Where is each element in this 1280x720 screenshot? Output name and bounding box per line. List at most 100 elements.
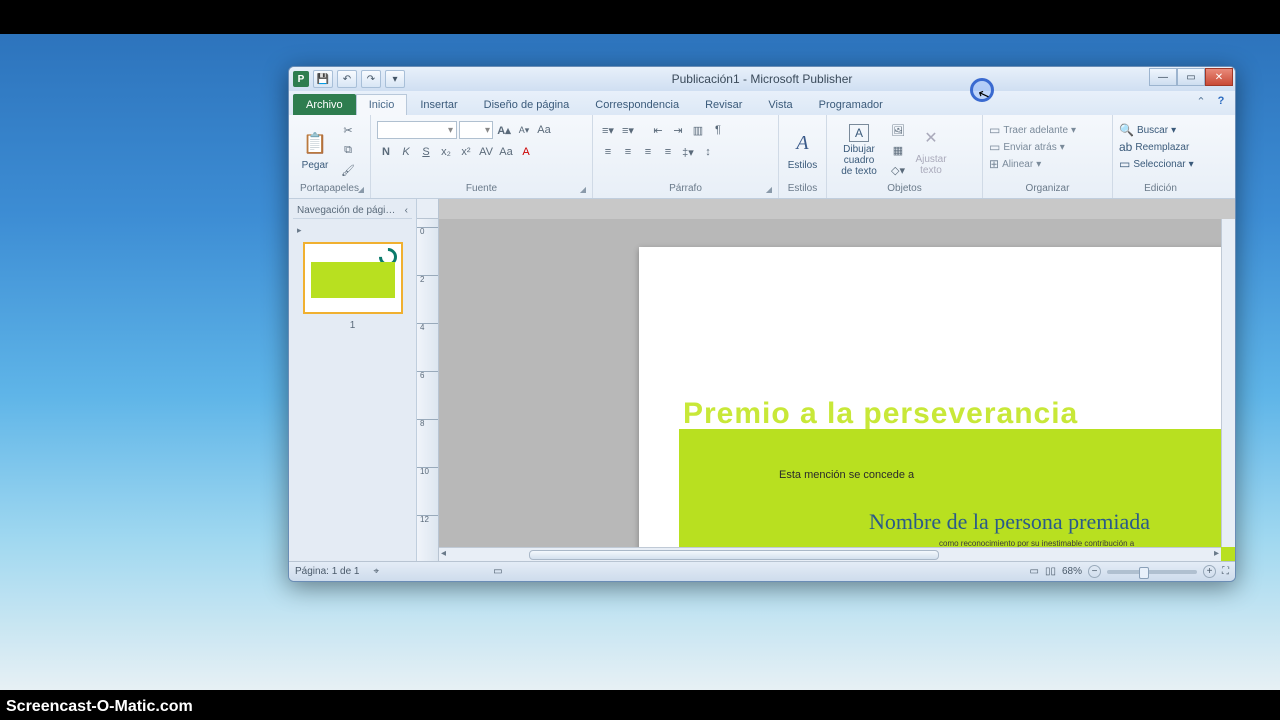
styles-button[interactable]: A Estilos bbox=[783, 118, 822, 182]
group-font-label: Fuente◢ bbox=[375, 183, 588, 196]
view-two-page-icon[interactable]: ▯▯ bbox=[1045, 566, 1056, 577]
scroll-right-icon[interactable]: ▸ bbox=[1214, 548, 1219, 559]
shrink-font-icon[interactable]: A▾ bbox=[515, 121, 533, 139]
align-right-icon[interactable]: ≡ bbox=[639, 143, 657, 161]
watermark: Screencast-O-Matic.com bbox=[6, 698, 193, 716]
titlebar[interactable]: P 💾 ↶ ↷ ▾ Publicación1 - Microsoft Publi… bbox=[289, 67, 1235, 91]
ribbon: 📋 Pegar ✂ ⧉ 🖌 Portapapeles◢ ▾ ▾ A▴ A▾ Aa bbox=[289, 115, 1235, 199]
char-spacing-icon[interactable]: AV bbox=[477, 143, 495, 161]
fit-page-icon[interactable]: ⛶ bbox=[1222, 566, 1229, 577]
page-navigation-panel: Navegación de pági… ‹ ▸ 1 bbox=[289, 199, 417, 561]
format-painter-icon[interactable]: 🖌 bbox=[339, 161, 357, 179]
underline-icon[interactable]: S bbox=[417, 143, 435, 161]
bring-forward-button[interactable]: ▭Traer adelante ▾ bbox=[989, 123, 1076, 137]
publication-page[interactable]: Premio a la perseverancia Esta mención s… bbox=[639, 247, 1235, 561]
subscript-icon[interactable]: x₂ bbox=[437, 143, 455, 161]
wrap-text-button[interactable]: ✕ Ajustar texto bbox=[909, 118, 953, 182]
paragraph-launcher-icon[interactable]: ◢ bbox=[766, 185, 772, 194]
paragraph-mark-icon[interactable]: ¶ bbox=[709, 121, 727, 139]
draw-textbox-button[interactable]: A Dibujar cuadro de texto bbox=[831, 118, 887, 182]
font-color-icon[interactable]: A bbox=[517, 143, 535, 161]
statusbar: Página: 1 de 1 ⌖ ▭ ▭ ▯▯ 68% − + ⛶ bbox=[289, 561, 1235, 581]
minimize-ribbon-icon[interactable]: ⌃ bbox=[1193, 95, 1209, 111]
tab-view[interactable]: Vista bbox=[755, 94, 805, 115]
tab-developer[interactable]: Programador bbox=[806, 94, 896, 115]
zoom-level[interactable]: 68% bbox=[1062, 566, 1082, 577]
hscroll-thumb[interactable] bbox=[529, 550, 939, 560]
qat-redo-icon[interactable]: ↷ bbox=[361, 70, 381, 88]
columns-icon[interactable]: ▥ bbox=[689, 121, 707, 139]
font-size-combo[interactable]: ▾ bbox=[459, 121, 493, 139]
award-title: Premio a la perseverancia bbox=[683, 397, 1235, 431]
line-spacing-icon[interactable]: ‡▾ bbox=[679, 143, 697, 161]
clipboard-icon: 📋 bbox=[301, 130, 329, 158]
scroll-left-icon[interactable]: ◂ bbox=[441, 548, 446, 559]
publisher-window: P 💾 ↶ ↷ ▾ Publicación1 - Microsoft Publi… bbox=[288, 66, 1236, 582]
ruler-vertical[interactable]: 024681012 bbox=[417, 219, 439, 561]
tab-mailings[interactable]: Correspondencia bbox=[582, 94, 692, 115]
minimize-button[interactable]: — bbox=[1149, 68, 1177, 86]
canvas[interactable]: Premio a la perseverancia Esta mención s… bbox=[439, 219, 1235, 561]
clear-format-icon[interactable]: Aa bbox=[535, 121, 553, 139]
tab-home[interactable]: Inicio bbox=[356, 94, 408, 115]
app-icon[interactable]: P bbox=[293, 71, 309, 87]
numbering-icon[interactable]: ≡▾ bbox=[619, 121, 637, 139]
send-back-button[interactable]: ▭Enviar atrás ▾ bbox=[989, 140, 1065, 154]
maximize-button[interactable]: ▭ bbox=[1177, 68, 1205, 86]
align-left-icon[interactable]: ≡ bbox=[599, 143, 617, 161]
zoom-slider[interactable] bbox=[1107, 570, 1197, 574]
page-thumbnail-1[interactable] bbox=[303, 242, 403, 314]
align-center-icon[interactable]: ≡ bbox=[619, 143, 637, 161]
decrease-indent-icon[interactable]: ⇤ bbox=[649, 121, 667, 139]
font-name-combo[interactable]: ▾ bbox=[377, 121, 457, 139]
horizontal-scrollbar[interactable]: ◂ ▸ bbox=[439, 547, 1221, 561]
nav-collapse-icon[interactable]: ‹ bbox=[405, 205, 408, 216]
change-case-icon[interactable]: Aa bbox=[497, 143, 515, 161]
clipboard-launcher-icon[interactable]: ◢ bbox=[358, 185, 364, 194]
paste-button[interactable]: 📋 Pegar bbox=[293, 118, 337, 182]
group-arrange-label: Organizar bbox=[987, 183, 1108, 196]
tab-page-design[interactable]: Diseño de página bbox=[471, 94, 583, 115]
copy-icon[interactable]: ⧉ bbox=[339, 141, 357, 159]
qat-undo-icon[interactable]: ↶ bbox=[337, 70, 357, 88]
text-direction-icon[interactable]: ↕ bbox=[699, 143, 717, 161]
italic-icon[interactable]: K bbox=[397, 143, 415, 161]
send-back-icon: ▭ bbox=[989, 140, 1000, 154]
tab-file[interactable]: Archivo bbox=[293, 94, 356, 115]
table-icon[interactable]: ▦ bbox=[889, 141, 907, 159]
qat-save-icon[interactable]: 💾 bbox=[313, 70, 333, 88]
font-launcher-icon[interactable]: ◢ bbox=[580, 185, 586, 194]
select-button[interactable]: ▭Seleccionar ▾ bbox=[1119, 157, 1194, 171]
vertical-scrollbar[interactable] bbox=[1221, 219, 1235, 547]
grow-font-icon[interactable]: A▴ bbox=[495, 121, 513, 139]
align-button[interactable]: ⊞Alinear ▾ bbox=[989, 157, 1041, 171]
zoom-out-icon[interactable]: − bbox=[1088, 565, 1101, 578]
cut-icon[interactable]: ✂ bbox=[339, 121, 357, 139]
shapes-icon[interactable]: ◇▾ bbox=[889, 161, 907, 179]
find-button[interactable]: 🔍Buscar ▾ bbox=[1119, 123, 1176, 137]
justify-icon[interactable]: ≡ bbox=[659, 143, 677, 161]
view-single-icon[interactable]: ▭ bbox=[1030, 566, 1039, 577]
close-button[interactable]: ✕ bbox=[1205, 68, 1233, 86]
nav-title: Navegación de pági… bbox=[297, 205, 395, 216]
replace-button[interactable]: abReemplazar bbox=[1119, 140, 1189, 154]
align-icon: ⊞ bbox=[989, 157, 999, 171]
tab-review[interactable]: Revisar bbox=[692, 94, 755, 115]
workarea: Navegación de pági… ‹ ▸ 1 02468101214161… bbox=[289, 199, 1235, 561]
page-indicator[interactable]: Página: 1 de 1 bbox=[295, 566, 360, 577]
tab-insert[interactable]: Insertar bbox=[407, 94, 470, 115]
group-clipboard-label: Portapapeles◢ bbox=[293, 183, 366, 196]
bullets-icon[interactable]: ≡▾ bbox=[599, 121, 617, 139]
bold-icon[interactable]: N bbox=[377, 143, 395, 161]
superscript-icon[interactable]: x² bbox=[457, 143, 475, 161]
help-icon[interactable]: ? bbox=[1213, 95, 1229, 111]
picture-icon[interactable]: 🖼 bbox=[889, 121, 907, 139]
increase-indent-icon[interactable]: ⇥ bbox=[669, 121, 687, 139]
qat-customize-icon[interactable]: ▾ bbox=[385, 70, 405, 88]
nav-expand-icon[interactable]: ▸ bbox=[293, 225, 412, 236]
wrap-text-icon: ✕ bbox=[917, 124, 945, 152]
object-size-icon: ▭ bbox=[493, 566, 502, 577]
ruler-corner bbox=[417, 199, 439, 219]
zoom-in-icon[interactable]: + bbox=[1203, 565, 1216, 578]
select-icon: ▭ bbox=[1119, 157, 1130, 171]
